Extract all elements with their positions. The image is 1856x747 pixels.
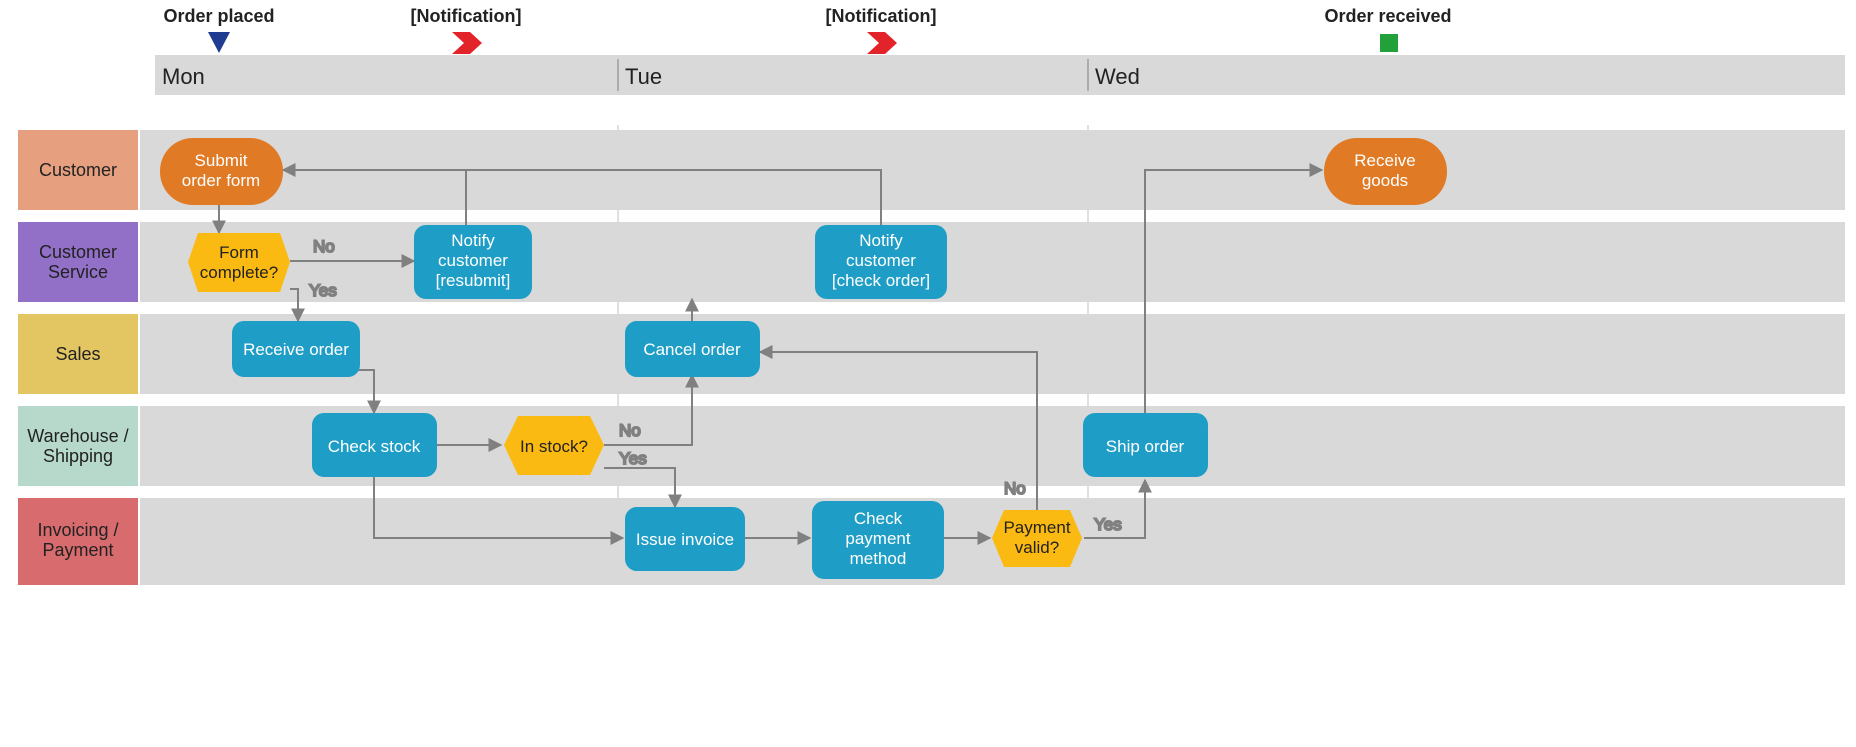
svg-text:No: No: [619, 421, 641, 440]
node-receive-order: Receive order: [232, 321, 360, 377]
node-submit-order: Submitorder form: [160, 138, 283, 205]
svg-text:Check stock: Check stock: [328, 437, 421, 456]
svg-text:No: No: [313, 237, 335, 256]
svg-text:Order placed: Order placed: [163, 6, 274, 26]
lane-invoicing: Invoicing /Payment: [37, 520, 118, 560]
svg-text:Checkpaymentmethod: Checkpaymentmethod: [845, 509, 910, 568]
node-payment-valid: Paymentvalid?: [992, 510, 1082, 567]
node-check-stock: Check stock: [312, 413, 437, 477]
lane-customer: Customer: [39, 160, 117, 180]
day-wed: Wed: [1095, 64, 1140, 89]
svg-text:Yes: Yes: [619, 449, 647, 468]
svg-text:Cancel order: Cancel order: [643, 340, 741, 359]
node-cancel-order: Cancel order: [625, 321, 760, 377]
lane-sales: Sales: [55, 344, 100, 364]
svg-text:No: No: [1004, 479, 1026, 498]
node-receive-goods: Receivegoods: [1324, 138, 1447, 205]
svg-text:Ship order: Ship order: [1106, 437, 1185, 456]
node-check-payment: Checkpaymentmethod: [812, 501, 944, 579]
svg-text:Yes: Yes: [309, 281, 337, 300]
node-notify-check: Notifycustomer[check order]: [815, 225, 947, 299]
svg-text:Order received: Order received: [1324, 6, 1451, 26]
svg-text:[Notification]: [Notification]: [826, 6, 937, 26]
marker-order-received: Order received: [1324, 6, 1451, 52]
marker-order-placed: Order placed: [163, 6, 274, 53]
svg-text:[Notification]: [Notification]: [411, 6, 522, 26]
day-mon: Mon: [162, 64, 205, 89]
node-form-complete: Formcomplete?: [188, 233, 290, 292]
svg-text:In stock?: In stock?: [520, 437, 588, 456]
lane-customer-service: CustomerService: [39, 242, 117, 282]
node-in-stock: In stock?: [504, 416, 604, 475]
day-tue: Tue: [625, 64, 662, 89]
node-ship-order: Ship order: [1083, 413, 1208, 477]
svg-text:Receive order: Receive order: [243, 340, 349, 359]
svg-text:Issue invoice: Issue invoice: [636, 530, 734, 549]
svg-text:Yes: Yes: [1094, 515, 1122, 534]
node-issue-invoice: Issue invoice: [625, 507, 745, 571]
node-notify-resubmit: Notifycustomer[resubmit]: [414, 225, 532, 299]
swimlane-diagram: Mon Tue Wed Order placed [Notification] …: [0, 0, 1856, 747]
marker-notification-2: [Notification]: [826, 6, 937, 54]
marker-notification-1: [Notification]: [411, 6, 522, 54]
svg-text:Receivegoods: Receivegoods: [1354, 151, 1415, 190]
